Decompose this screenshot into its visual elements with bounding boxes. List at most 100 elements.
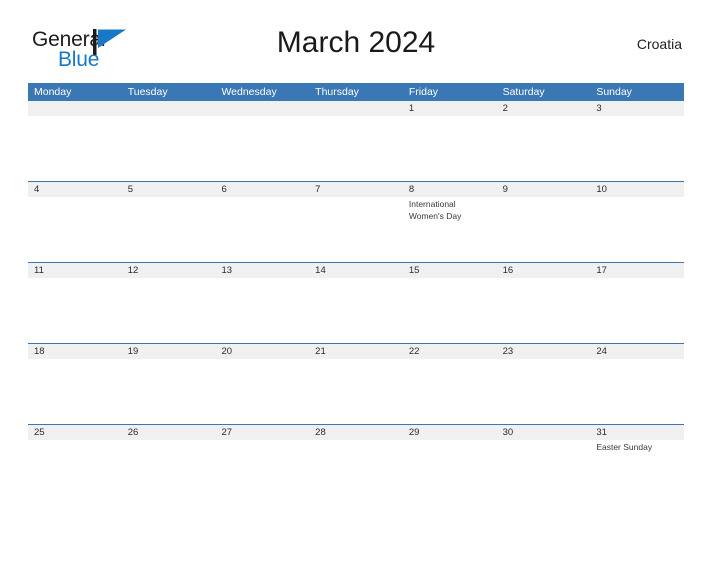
day-number[interactable]: 22 [403,344,497,359]
day-event-international-womens-day: International Women's Day [408,199,462,221]
week-event-area [28,359,684,424]
day-number[interactable]: 21 [309,344,403,359]
day-cell[interactable] [215,359,309,424]
calendar-grid: Monday Tuesday Wednesday Thursday Friday… [28,83,684,505]
day-number[interactable]: 31 [590,425,684,440]
day-cell[interactable] [309,278,403,343]
day-cell[interactable]: International Women's Day [403,197,497,262]
day-number[interactable] [122,101,216,116]
day-cell[interactable]: Easter Sunday [590,440,684,505]
day-cell[interactable] [309,440,403,505]
date-number-band: 25 26 27 28 29 30 31 [28,425,684,440]
weekday-tuesday: Tuesday [127,86,168,98]
day-number[interactable]: 17 [590,263,684,278]
day-event-easter-sunday: Easter Sunday [596,442,653,452]
week-event-area: International Women's Day [28,197,684,262]
day-cell[interactable] [590,197,684,262]
day-number[interactable]: 19 [122,344,216,359]
weekday-monday: Monday [34,86,72,98]
day-number[interactable]: 28 [309,425,403,440]
day-cell[interactable] [309,197,403,262]
day-number[interactable]: 13 [215,263,309,278]
day-cell[interactable] [403,440,497,505]
day-cell[interactable] [122,359,216,424]
day-cell[interactable] [309,116,403,181]
week-event-area: Easter Sunday [28,440,684,505]
day-cell[interactable] [497,197,591,262]
day-cell[interactable] [403,116,497,181]
day-cell[interactable] [215,278,309,343]
day-number[interactable]: 2 [497,101,591,116]
day-number[interactable]: 5 [122,182,216,197]
day-cell[interactable] [122,116,216,181]
day-number[interactable]: 16 [497,263,591,278]
day-number[interactable] [215,101,309,116]
day-number[interactable]: 12 [122,263,216,278]
page-title: March 2024 [276,26,436,59]
day-cell[interactable] [215,116,309,181]
day-cell[interactable] [28,278,122,343]
day-cell[interactable] [122,440,216,505]
day-cell[interactable] [28,440,122,505]
day-cell[interactable] [28,359,122,424]
day-number[interactable]: 18 [28,344,122,359]
day-number[interactable]: 25 [28,425,122,440]
week-event-area [28,278,684,343]
date-number-band: 4 5 6 7 8 9 10 [28,182,684,197]
day-cell[interactable] [28,116,122,181]
calendar-week-row: 1 2 3 [28,101,684,181]
weekday-wednesday: Wednesday [221,86,277,98]
day-cell[interactable] [309,359,403,424]
date-number-band: 11 12 13 14 15 16 17 [28,263,684,278]
weekday-header-row: Monday Tuesday Wednesday Thursday Friday… [28,83,684,101]
day-number[interactable]: 9 [497,182,591,197]
date-number-band: 1 2 3 [28,101,684,116]
calendar-week-row: 18 19 20 21 22 23 24 [28,343,684,424]
day-cell[interactable] [497,116,591,181]
day-cell[interactable] [28,197,122,262]
weekday-sunday: Sunday [596,86,632,98]
day-number[interactable]: 4 [28,182,122,197]
day-number[interactable]: 14 [309,263,403,278]
weekday-saturday: Saturday [502,86,545,98]
day-cell[interactable] [497,440,591,505]
day-number[interactable]: 7 [309,182,403,197]
day-cell[interactable] [590,278,684,343]
calendar-week-row: 11 12 13 14 15 16 17 [28,262,684,343]
day-number[interactable]: 23 [497,344,591,359]
day-number[interactable]: 3 [590,101,684,116]
day-cell[interactable] [122,197,216,262]
page-header: General Blue March 2024 Croatia [28,22,684,74]
day-number[interactable]: 15 [403,263,497,278]
day-number[interactable]: 10 [590,182,684,197]
day-number[interactable] [309,101,403,116]
day-number[interactable]: 20 [215,344,309,359]
day-cell[interactable] [215,440,309,505]
day-cell[interactable] [497,359,591,424]
day-number[interactable]: 26 [122,425,216,440]
day-cell[interactable] [497,278,591,343]
country-label: Croatia [636,36,682,52]
day-number[interactable]: 6 [215,182,309,197]
day-number[interactable]: 24 [590,344,684,359]
day-cell[interactable] [590,116,684,181]
day-number[interactable] [28,101,122,116]
week-event-area [28,116,684,181]
day-cell[interactable] [215,197,309,262]
calendar-page: General Blue March 2024 Croatia Monday T… [0,22,712,572]
calendar-week-row: 25 26 27 28 29 30 31 Easter Sunday [28,424,684,505]
date-number-band: 18 19 20 21 22 23 24 [28,344,684,359]
day-number[interactable]: 30 [497,425,591,440]
day-number[interactable]: 1 [403,101,497,116]
weekday-friday: Friday [408,86,439,98]
calendar-week-row: 4 5 6 7 8 9 10 International Women's Day [28,181,684,262]
day-number[interactable]: 11 [28,263,122,278]
day-cell[interactable] [403,278,497,343]
day-number[interactable]: 8 [403,182,497,197]
day-cell[interactable] [122,278,216,343]
day-cell[interactable] [403,359,497,424]
day-number[interactable]: 29 [403,425,497,440]
weekday-thursday: Thursday [315,86,359,98]
day-number[interactable]: 27 [215,425,309,440]
day-cell[interactable] [590,359,684,424]
